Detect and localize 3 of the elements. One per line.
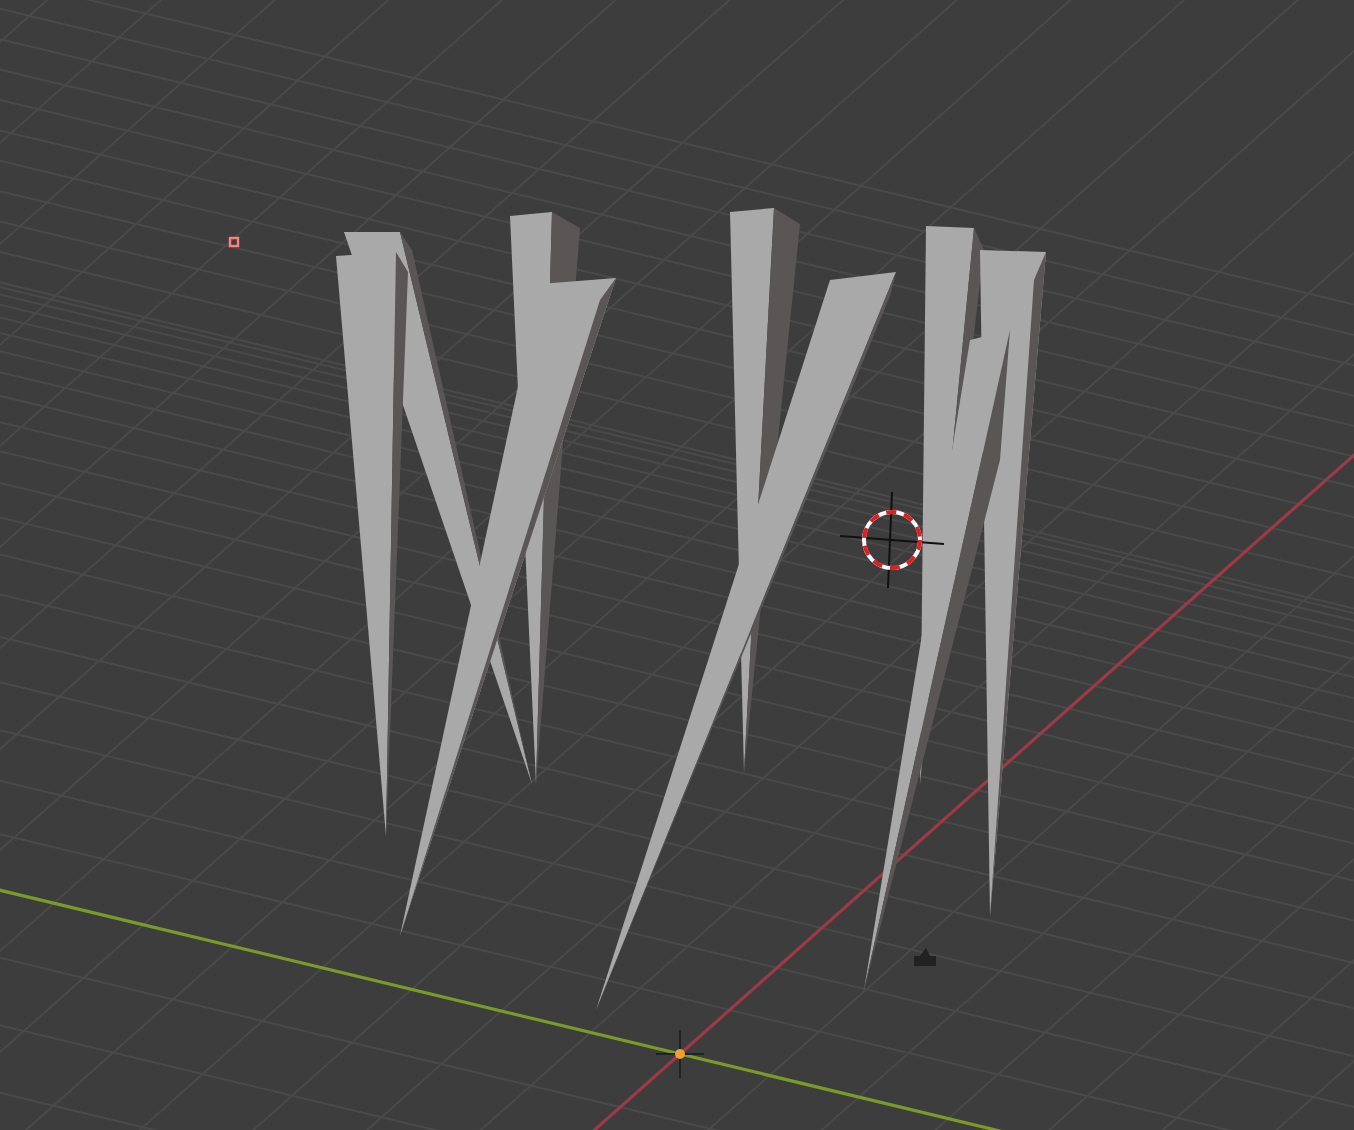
origin-icon bbox=[655, 1029, 705, 1079]
light-icon[interactable] bbox=[228, 236, 240, 248]
cursor-icon[interactable] bbox=[839, 491, 945, 589]
